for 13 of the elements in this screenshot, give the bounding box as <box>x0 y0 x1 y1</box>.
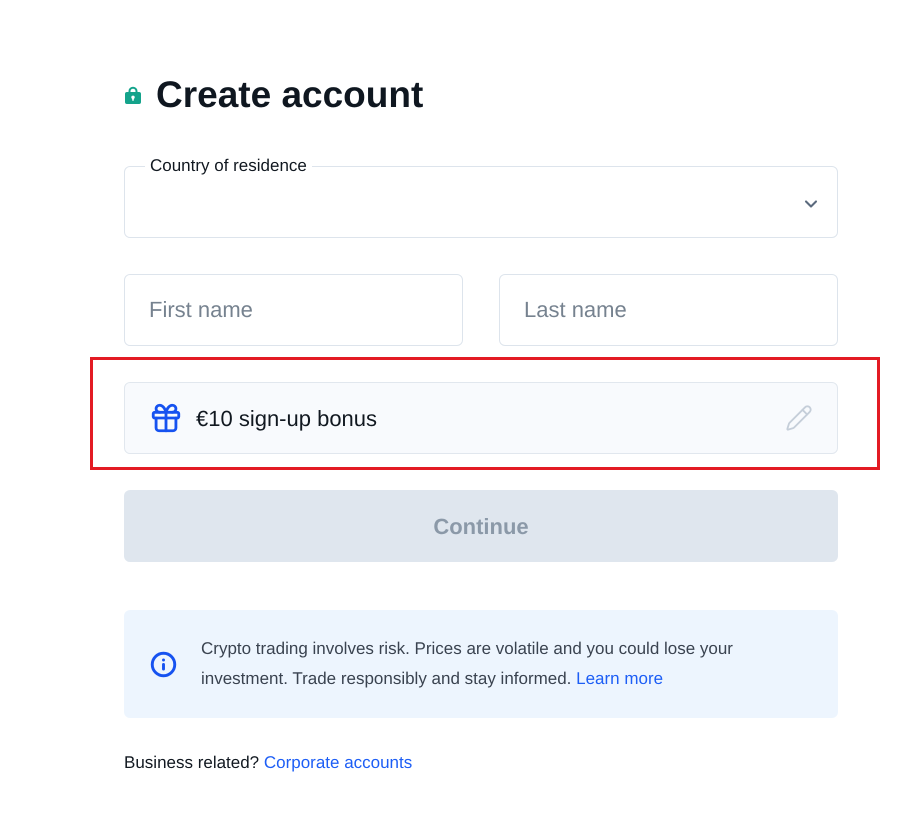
pencil-icon[interactable] <box>785 404 813 432</box>
corporate-accounts-link[interactable]: Corporate accounts <box>264 753 412 772</box>
country-select[interactable]: Country of residence <box>124 156 838 238</box>
learn-more-link[interactable]: Learn more <box>576 669 664 688</box>
name-input[interactable]: First name <box>124 274 463 346</box>
bonus-code-field[interactable]: €10 sign-up bonus <box>124 382 838 454</box>
name-input[interactable]: Last name <box>499 274 838 346</box>
lock-icon <box>124 86 142 104</box>
risk-notice-text: Crypto trading involves risk. Prices are volatile and you could lose your investment. Trade responsibly and stay informed. Learn more <box>201 638 734 690</box>
page-title: Create account <box>156 73 424 117</box>
business-prompt-text: Business related? Corporate accounts <box>124 752 414 774</box>
info-icon <box>150 650 177 678</box>
gift-icon <box>149 401 183 435</box>
